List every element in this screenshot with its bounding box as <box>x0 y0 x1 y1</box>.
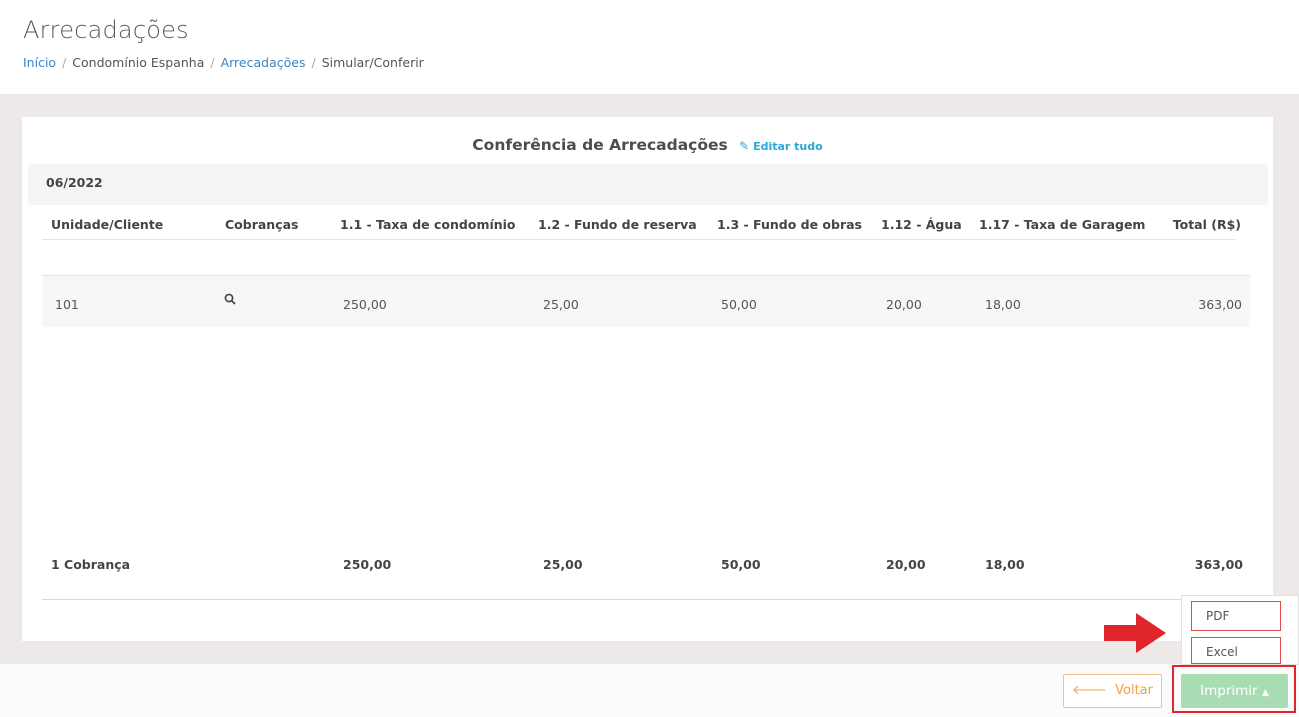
header-agua: 1.12 - Água <box>881 217 962 232</box>
header-fundo-reserva: 1.2 - Fundo de reserva <box>538 217 697 232</box>
voltar-button[interactable]: 🡐 Voltar <box>1063 674 1162 708</box>
header-taxa-garagem: 1.17 - Taxa de Garagem <box>979 217 1146 232</box>
cell-unidade: 101 <box>55 297 79 312</box>
header-cobrancas: Cobranças <box>225 217 299 232</box>
dropdown-item-excel[interactable]: Excel <box>1191 637 1281 664</box>
breadcrumb-current: Simular/Conferir <box>321 55 424 70</box>
voltar-label: Voltar <box>1115 683 1153 698</box>
footer-total: 363,00 <box>1194 557 1243 572</box>
breadcrumb: Início / Condomínio Espanha / Arrecadações / S… <box>23 55 424 70</box>
conferencia-card: Conferência de Arrecadações ✎ Editar tud… <box>22 117 1273 641</box>
breadcrumb-arrecadacoes[interactable]: Arrecadações <box>221 55 306 70</box>
page-header: Arrecadações Início / Condomínio Espanha / A… <box>0 0 1299 94</box>
header-fundo-obras: 1.3 - Fundo de obras <box>717 217 862 232</box>
dropdown-item-pdf[interactable]: PDF <box>1191 601 1281 631</box>
period-label: 06/2022 <box>46 175 103 190</box>
pencil-icon: ✎ <box>739 139 750 153</box>
cell-taxa-garagem: 18,00 <box>985 297 1021 312</box>
footer-divider <box>42 599 1250 600</box>
edit-all-link[interactable]: ✎ Editar tudo <box>739 139 823 153</box>
card-title-row: Conferência de Arrecadações ✎ Editar tud… <box>22 136 1273 154</box>
footer-taxa-garagem: 18,00 <box>985 557 1025 572</box>
cell-fundo-reserva: 25,00 <box>543 297 579 312</box>
period-row: 06/2022 <box>28 164 1268 205</box>
arrow-left-icon: 🡐 <box>1072 683 1107 698</box>
header-taxa-condominio: 1.1 - Taxa de condomínio <box>340 217 516 232</box>
annotation-highlight-box <box>1172 665 1296 713</box>
cell-total: 363,00 <box>1198 297 1242 312</box>
cell-taxa-condominio: 250,00 <box>343 297 387 312</box>
footer-fundo-obras: 50,00 <box>721 557 761 572</box>
cell-agua: 20,00 <box>886 297 922 312</box>
breadcrumb-inicio[interactable]: Início <box>23 55 56 70</box>
breadcrumb-separator: / <box>311 55 316 70</box>
breadcrumb-separator: / <box>62 55 67 70</box>
header-unidade: Unidade/Cliente <box>51 217 164 232</box>
edit-all-label: Editar tudo <box>753 140 823 153</box>
page-title: Arrecadações <box>23 16 189 44</box>
annotation-arrow-icon <box>1104 613 1166 653</box>
breadcrumb-separator: / <box>210 55 215 70</box>
cell-fundo-obras: 50,00 <box>721 297 757 312</box>
footer-label: 1 Cobrança <box>51 557 131 572</box>
header-divider <box>42 239 1236 240</box>
header-total: Total (R$) <box>1172 217 1241 232</box>
footer-fundo-reserva: 25,00 <box>543 557 583 572</box>
search-icon[interactable] <box>224 293 236 305</box>
imprimir-dropdown: PDF Excel <box>1181 595 1299 665</box>
footer-agua: 20,00 <box>886 557 926 572</box>
footer-taxa-condominio: 250,00 <box>343 557 392 572</box>
breadcrumb-condominio: Condomínio Espanha <box>72 55 205 70</box>
card-title: Conferência de Arrecadações <box>472 136 728 154</box>
